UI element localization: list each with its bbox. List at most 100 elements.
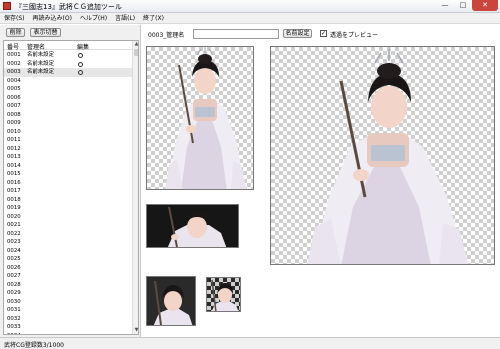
close-button[interactable]: ✕ (472, 0, 498, 11)
list-row[interactable]: 0027 (4, 272, 132, 281)
list-row[interactable]: 0030 (4, 298, 132, 307)
scroll-down-icon[interactable]: ▼ (133, 327, 138, 334)
row-number: 0008 (7, 111, 21, 118)
list-row[interactable]: 0016 (4, 179, 132, 188)
row-number: 0009 (7, 120, 21, 126)
header-edit[interactable]: 編集 (77, 42, 89, 51)
list-row[interactable]: 0008 (4, 111, 132, 120)
list-row[interactable]: 0006 (4, 94, 132, 103)
transparency-preview-image[interactable] (270, 46, 495, 265)
app-icon (3, 2, 11, 10)
toggle-display-button[interactable]: 表示切替 (30, 28, 61, 37)
scroll-up-icon[interactable]: ▲ (133, 41, 138, 48)
list-row[interactable]: 0005 (4, 85, 132, 94)
row-number: 0013 (7, 154, 21, 160)
portrait-list[interactable]: 番号 管理名 編集 0001 名前未設定 0002 名前未設定 0003 名前未設定 000… (3, 40, 139, 335)
row-number: 0025 (7, 256, 21, 262)
list-row[interactable]: 0033 (4, 323, 132, 332)
list-row[interactable]: 0022 (4, 230, 132, 239)
row-number: 0018 (7, 196, 21, 203)
list-row[interactable]: 0020 (4, 213, 132, 222)
row-number: 0004 (7, 77, 21, 84)
header-number[interactable]: 番号 (7, 42, 19, 51)
list-row[interactable]: 0010 (4, 128, 132, 137)
list-scrollbar[interactable]: ▲ ▼ (132, 41, 138, 334)
list-row[interactable]: 0023 (4, 238, 132, 247)
menu-bar: 保存(S) 再読み込み(O) ヘルプ(H) 言語(L) 終了(X) (0, 13, 500, 24)
list-row[interactable]: 0019 (4, 204, 132, 213)
list-row[interactable]: 0012 (4, 145, 132, 154)
list-row[interactable]: 0013 (4, 153, 132, 162)
header-name[interactable]: 管理名 (27, 42, 45, 51)
list-row[interactable]: 0002 名前未設定 (4, 60, 132, 69)
row-number: 0020 (7, 213, 21, 220)
list-row[interactable]: 0024 (4, 247, 132, 256)
list-rows: 0001 名前未設定 0002 名前未設定 0003 名前未設定 0004 0005 0006 0… (4, 51, 132, 335)
management-name-label: 0003_管理名 (148, 32, 185, 39)
row-number: 0028 (7, 281, 21, 288)
registration-count: 武将CG登録数3/1000 (4, 342, 64, 349)
list-row[interactable]: 0025 (4, 255, 132, 264)
list-row[interactable]: 0001 名前未設定 (4, 51, 132, 60)
row-number: 0033 (7, 324, 21, 330)
edit-radio-icon[interactable] (78, 53, 83, 58)
window-title: 『三國志13』武将ＣＧ追加ツール (15, 3, 122, 11)
row-number: 0005 (7, 86, 21, 92)
list-row[interactable]: 0009 (4, 119, 132, 128)
minimize-button[interactable]: — (436, 0, 454, 11)
menu-exit[interactable]: 終了(X) (139, 13, 168, 23)
row-number: 0007 (7, 103, 21, 109)
row-name: 名前未設定 (27, 60, 54, 67)
row-number: 0029 (7, 290, 21, 296)
menu-language[interactable]: 言語(L) (111, 13, 139, 23)
status-bar: 武将CG登録数3/1000 (0, 337, 500, 349)
row-number: 0001 (7, 52, 21, 58)
row-number: 0006 (7, 94, 21, 101)
management-name-input[interactable] (193, 29, 279, 39)
list-row[interactable]: 0034 (4, 332, 132, 335)
row-number: 0003 (7, 69, 21, 75)
list-header: 番号 管理名 編集 (4, 41, 132, 51)
list-row[interactable]: 0028 (4, 281, 132, 290)
left-pane: 削除 表示切替 番号 管理名 編集 0001 名前未設定 0002 名前未設定 0003… (0, 25, 141, 337)
list-row[interactable]: 0007 (4, 102, 132, 111)
portrait-icon-small-image[interactable] (206, 277, 241, 312)
list-row[interactable]: 0003 名前未設定 (4, 68, 132, 77)
list-row[interactable]: 0011 (4, 136, 132, 145)
list-row[interactable]: 0032 (4, 315, 132, 324)
portrait-full-image[interactable] (146, 46, 254, 190)
row-name: 名前未設定 (27, 69, 54, 75)
edit-radio-icon[interactable] (78, 61, 83, 67)
list-row[interactable]: 0026 (4, 264, 132, 273)
row-number: 0010 (7, 128, 21, 135)
row-number: 0027 (7, 273, 21, 279)
menu-help[interactable]: ヘルプ(H) (76, 13, 111, 23)
row-number: 0034 (7, 332, 21, 335)
delete-button[interactable]: 削除 (6, 28, 25, 37)
menu-save[interactable]: 保存(S) (0, 13, 29, 23)
portrait-wide-crop-image[interactable] (146, 204, 239, 248)
list-row[interactable]: 0029 (4, 289, 132, 298)
list-row[interactable]: 0021 (4, 221, 132, 230)
portrait-icon-large-image[interactable] (146, 276, 196, 326)
list-row[interactable]: 0018 (4, 196, 132, 205)
row-number: 0024 (7, 247, 21, 254)
edit-radio-icon[interactable] (78, 70, 83, 75)
preview-transparency-checkbox[interactable]: ✓ (320, 30, 327, 37)
row-number: 0015 (7, 171, 21, 177)
list-row[interactable]: 0014 (4, 162, 132, 171)
maximize-button[interactable]: □ (454, 0, 472, 11)
row-number: 0014 (7, 162, 21, 169)
list-row[interactable]: 0015 (4, 170, 132, 179)
row-number: 0019 (7, 205, 21, 211)
row-number: 0032 (7, 315, 21, 322)
row-name: 名前未設定 (27, 52, 54, 58)
scroll-thumb[interactable] (134, 49, 138, 56)
list-row[interactable]: 0004 (4, 77, 132, 86)
menu-reload[interactable]: 再読み込み(O) (29, 13, 76, 23)
row-number: 0011 (7, 137, 21, 143)
row-number: 0002 (7, 60, 21, 67)
list-row[interactable]: 0031 (4, 306, 132, 315)
set-name-button[interactable]: 名前設定 (283, 29, 312, 38)
list-row[interactable]: 0017 (4, 187, 132, 196)
